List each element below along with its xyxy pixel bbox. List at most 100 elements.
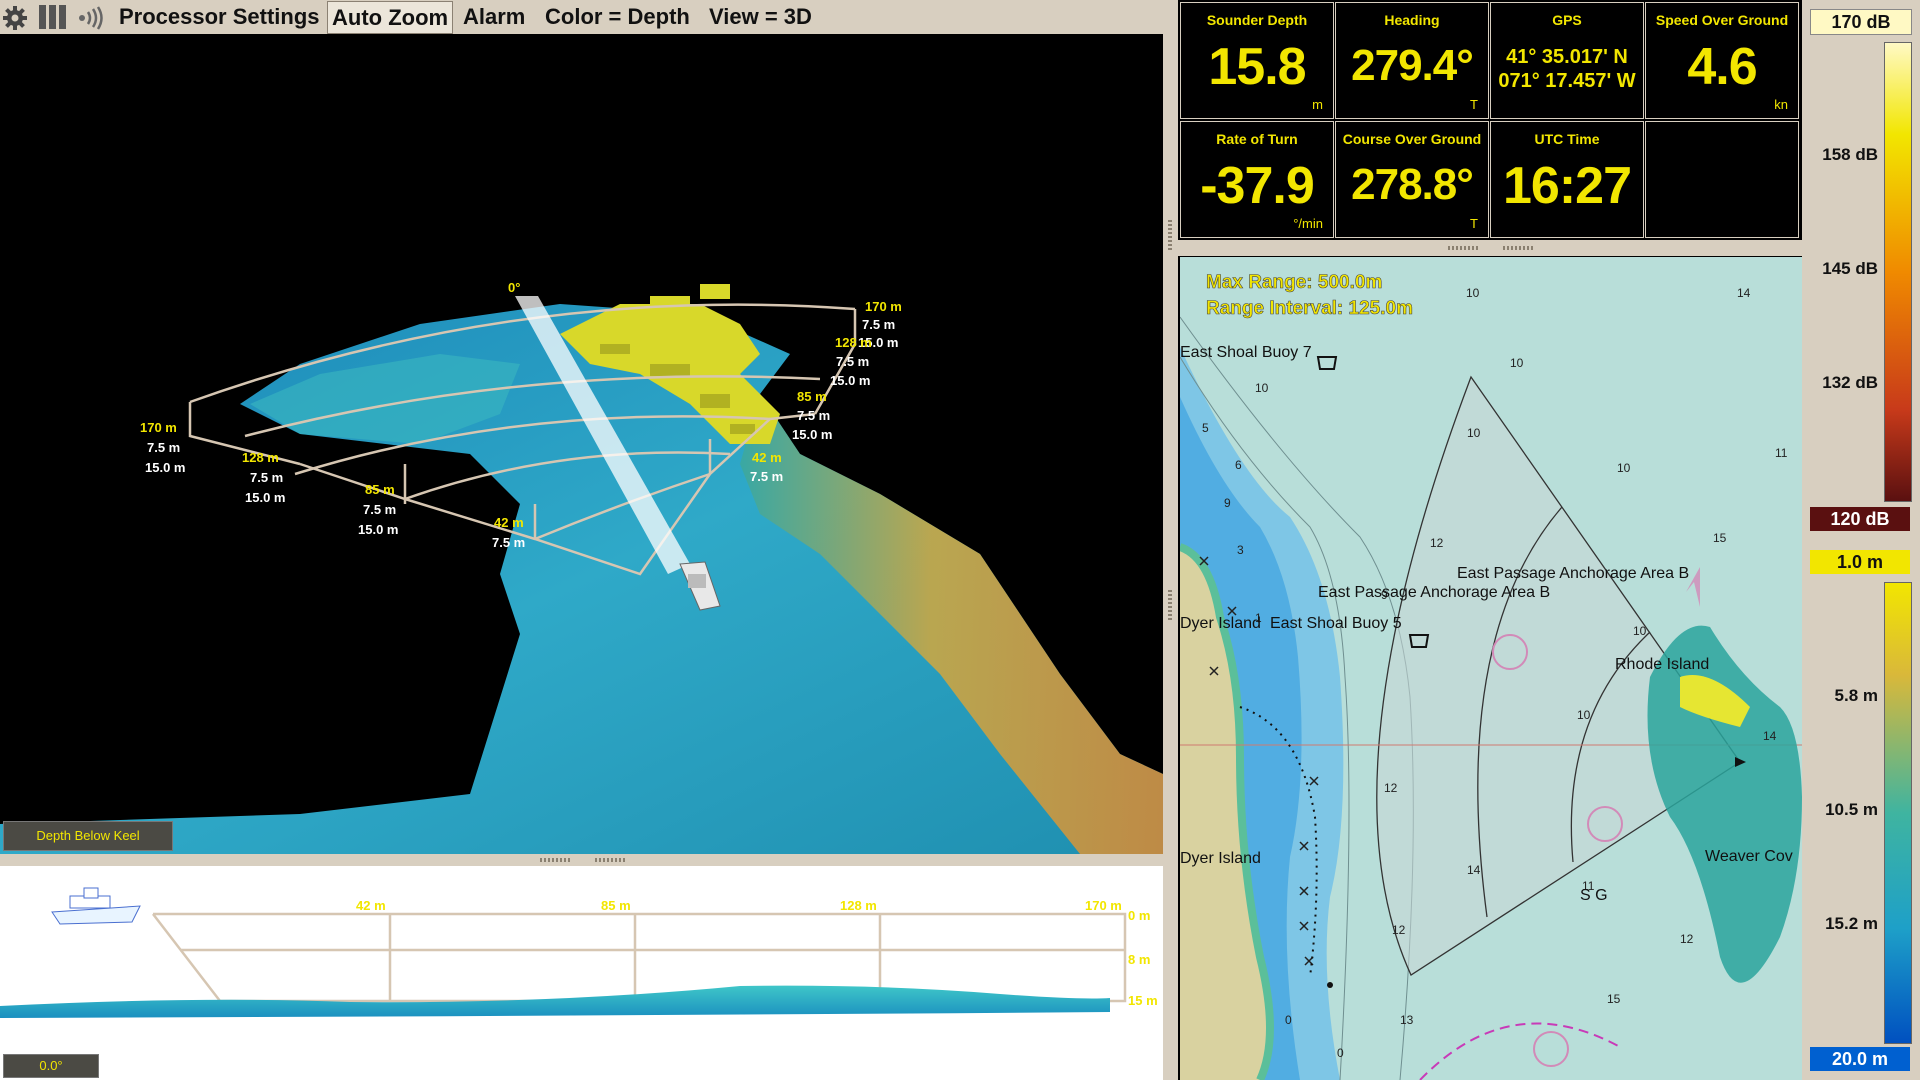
- range-label-170-left: 170 m: [140, 420, 177, 435]
- range-label-42-right: 42 m: [752, 450, 782, 465]
- range-label-170-right: 170 m: [865, 299, 902, 314]
- profile-range-label: 128 m: [840, 898, 877, 913]
- svg-text:14: 14: [1763, 729, 1777, 743]
- depth-label: 15.0 m: [792, 427, 832, 442]
- svg-text:10: 10: [1466, 286, 1480, 300]
- gps-longitude: 071° 17.457' W: [1498, 70, 1636, 92]
- cell-label: UTC Time: [1534, 131, 1600, 147]
- svg-text:15: 15: [1713, 531, 1727, 545]
- weaver-cove-label: Weaver Cov: [1705, 848, 1793, 865]
- profile-vessel-icon: [51, 887, 141, 925]
- cell-value: -37.9: [1200, 157, 1315, 215]
- gear-icon[interactable]: [2, 5, 28, 36]
- svg-text:14: 14: [1737, 286, 1751, 300]
- depth-label: 7.5 m: [492, 535, 525, 550]
- heading-cell: Heading 279.4° T: [1335, 2, 1489, 119]
- profile-range-label: 42 m: [356, 898, 386, 913]
- depth-label: 15.0 m: [245, 490, 285, 505]
- db-color-gradient: [1884, 42, 1912, 502]
- depth-label: 7.5 m: [250, 470, 283, 485]
- course-over-ground-cell: Course Over Ground 278.8° T: [1335, 121, 1489, 238]
- dyer-island-label-2: Dyer Island: [1180, 850, 1261, 867]
- empty-cell: [1645, 121, 1799, 238]
- sonar-footprint: [1647, 625, 1802, 983]
- tilt-angle-button[interactable]: 0.0°: [3, 1054, 99, 1078]
- rhode-island-label: Rhode Island: [1615, 656, 1709, 673]
- depth-below-keel-button[interactable]: Depth Below Keel: [3, 821, 173, 851]
- cell-label: Rate of Turn: [1216, 131, 1298, 147]
- depth-profile-view[interactable]: 42 m 85 m 128 m 170 m 0 m 8 m 15 m 0.0°: [0, 866, 1163, 1080]
- horizontal-splitter[interactable]: [0, 854, 1163, 866]
- depth-max-badge[interactable]: 20.0 m: [1810, 1047, 1910, 1071]
- anchorage-label-b: East Passage Anchorage Area B: [1457, 565, 1689, 582]
- color-scale-panel: 170 dB 158 dB 145 dB 132 dB 120 dB 1.0 m…: [1802, 0, 1920, 1080]
- depth-label: 7.5 m: [363, 502, 396, 517]
- gps-cell: GPS 41° 35.017' N 071° 17.457' W: [1490, 2, 1644, 119]
- depth-color-gradient: [1884, 582, 1912, 1044]
- cell-label: Sounder Depth: [1206, 12, 1308, 28]
- svg-text:6: 6: [1235, 458, 1242, 472]
- db-min-badge[interactable]: 120 dB: [1810, 507, 1910, 531]
- toolbar: Processor Settings Auto Zoom Alarm Color…: [0, 0, 1165, 35]
- svg-text:11: 11: [1775, 446, 1788, 460]
- svg-text:10: 10: [1633, 624, 1647, 638]
- cell-value: 4.6: [1687, 38, 1757, 96]
- sonar-signal-icon[interactable]: [76, 6, 106, 35]
- buoy-7-label: East Shoal Buoy 7: [1180, 344, 1312, 361]
- seabed-sg-label: S G: [1580, 887, 1608, 904]
- sounder-depth-cell: Sounder Depth 15.8 m: [1180, 2, 1334, 119]
- depth-label: 15.0 m: [358, 522, 398, 537]
- svg-text:0: 0: [1285, 1013, 1292, 1027]
- profile-depth-label: 8 m: [1128, 952, 1150, 967]
- cell-value: 15.8: [1208, 38, 1306, 96]
- depth-tick-label: 15.2 m: [1825, 914, 1878, 933]
- depth-label: 15.0 m: [145, 460, 185, 475]
- cell-label: GPS: [1552, 12, 1582, 28]
- right-splitter[interactable]: [1178, 240, 1802, 256]
- svg-text:3: 3: [1237, 543, 1244, 557]
- range-label-128-left: 128 m: [242, 450, 279, 465]
- depth-tick-label: 10.5 m: [1825, 800, 1878, 819]
- depth-min-badge[interactable]: 1.0 m: [1810, 550, 1910, 574]
- cell-unit: T: [1470, 97, 1478, 112]
- profile-grid: [152, 912, 1127, 1003]
- profile-seabed: [0, 985, 1110, 1018]
- svg-text:10: 10: [1510, 356, 1524, 370]
- depth-label: 7.5 m: [836, 354, 869, 369]
- sonar-3d-view[interactable]: 0° 170 m 7.5 m 15.0 m 128 m 7.5 m 15.0 m…: [0, 34, 1163, 854]
- svg-text:5: 5: [1202, 421, 1209, 435]
- color-mode-button[interactable]: Color = Depth: [545, 0, 690, 34]
- heading-mark-label: 0°: [508, 280, 520, 295]
- db-tick-label: 132 dB: [1822, 373, 1878, 392]
- cell-value: 278.8°: [1351, 160, 1474, 209]
- utc-time-cell: UTC Time 16:27: [1490, 121, 1644, 238]
- view-mode-button[interactable]: View = 3D: [709, 0, 812, 34]
- columns-icon[interactable]: [38, 4, 68, 35]
- alarm-button[interactable]: Alarm: [463, 0, 525, 34]
- svg-text:10: 10: [1467, 426, 1481, 440]
- gps-latitude: 41° 35.017' N: [1506, 46, 1628, 68]
- svg-text:12: 12: [1680, 932, 1694, 946]
- svg-text:10: 10: [1255, 381, 1269, 395]
- cell-value: 16:27: [1503, 157, 1632, 215]
- range-label-85-right: 85 m: [797, 389, 827, 404]
- svg-text:12: 12: [1384, 781, 1398, 795]
- depth-label: 7.5 m: [147, 440, 180, 455]
- auto-zoom-button[interactable]: Auto Zoom: [327, 1, 454, 34]
- dyer-island-label: Dyer Island: [1180, 615, 1261, 632]
- cell-label: Course Over Ground: [1342, 131, 1482, 147]
- db-max-badge[interactable]: 170 dB: [1810, 9, 1912, 35]
- svg-text:9: 9: [1224, 496, 1231, 510]
- processor-settings-button[interactable]: Processor Settings: [119, 0, 320, 34]
- nautical-chart-view[interactable]: 10 10 10 10 5 6 12 3 10 14 11 15 1 9 10 10 12 14 11 1…: [1180, 257, 1802, 1080]
- anchorage-label-a: East Passage Anchorage Area B: [1318, 584, 1550, 601]
- svg-text:10: 10: [1577, 708, 1591, 722]
- vertical-splitter[interactable]: [1163, 0, 1178, 1080]
- max-range-label: Max Range: 500.0m: [1206, 272, 1382, 293]
- cell-label: Speed Over Ground: [1655, 12, 1789, 28]
- svg-text:10: 10: [1617, 461, 1631, 475]
- profile-range-label: 85 m: [601, 898, 631, 913]
- depth-label: 15.0 m: [830, 373, 870, 388]
- cell-unit: T: [1470, 216, 1478, 231]
- depth-label: 7.5 m: [797, 408, 830, 423]
